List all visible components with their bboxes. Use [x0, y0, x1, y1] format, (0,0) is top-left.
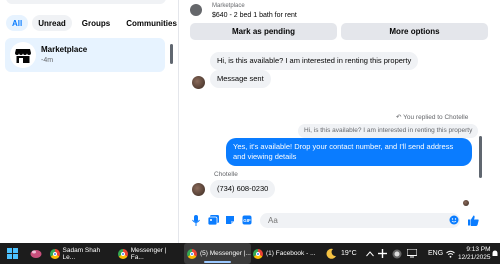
active-indicator — [204, 261, 231, 263]
message-input[interactable] — [260, 213, 460, 228]
plus-icon[interactable] — [378, 243, 387, 264]
clock-time: 9:13 PM — [466, 245, 491, 253]
conversation-time: -4m — [41, 57, 54, 64]
filter-communities[interactable]: Communities — [120, 15, 183, 31]
clock[interactable]: 9:13 PM 12/21/2025 — [458, 243, 491, 264]
mark-as-pending-button[interactable]: Mark as pending — [190, 23, 337, 40]
temperature: 19°C — [341, 250, 357, 257]
widgets-icon[interactable] — [30, 243, 42, 264]
sender-avatar — [192, 76, 205, 89]
windows-start-icon[interactable] — [7, 243, 18, 264]
moon-icon — [326, 248, 336, 259]
reply-icon: ↶ — [396, 114, 402, 121]
notification-icon[interactable] — [492, 243, 498, 264]
taskbar-app-chrome-1[interactable]: Sadam Shah Le... — [50, 243, 112, 264]
more-options-button[interactable]: More options — [341, 23, 488, 40]
reply-indicator: ↶ You replied to Chotelle — [396, 113, 468, 121]
gif-icon[interactable]: GIF — [241, 214, 253, 226]
list-scrollbar[interactable] — [170, 44, 173, 64]
sticker-icon[interactable] — [224, 214, 236, 226]
microphone-icon[interactable] — [190, 214, 202, 226]
filter-chips: All Unread Groups Communities — [6, 15, 183, 31]
taskbar-app-chrome-2[interactable]: Messenger | Fa... — [118, 243, 180, 264]
search-input[interactable] — [6, 0, 166, 4]
weather-widget[interactable]: 19°C — [326, 243, 357, 264]
chat-scrollbar[interactable] — [479, 136, 482, 178]
taskbar-app-label: Sadam Shah Le... — [62, 246, 101, 261]
message-bubble-incoming[interactable]: Message sent — [210, 70, 271, 88]
message-bubble-incoming[interactable]: Hi, is this available? I am interested i… — [210, 52, 419, 70]
replied-label: You replied to Chotelle — [403, 114, 469, 121]
sender-name: Chotelle — [214, 171, 238, 178]
app-tray-icon[interactable] — [392, 243, 402, 264]
emoji-icon[interactable] — [448, 214, 460, 226]
conversation-title: Marketplace — [41, 45, 88, 54]
network-icon[interactable] — [407, 243, 417, 264]
taskbar-app-chrome-4[interactable]: (1) Facebook - ... — [253, 243, 317, 264]
clock-date: 12/21/2025 — [458, 253, 491, 261]
language-indicator[interactable]: ENG — [428, 243, 443, 264]
chevron-up-icon[interactable] — [366, 243, 374, 264]
quoted-message[interactable]: Hi, is this available? I am interested i… — [298, 124, 479, 138]
listing-thumbnail — [190, 4, 202, 16]
chat-panel: Marketplace $640 - 2 bed 1 bath for rent… — [180, 0, 500, 243]
taskbar-app-chrome-3-active[interactable]: (5) Messenger |... — [184, 243, 251, 264]
filter-unread[interactable]: Unread — [32, 15, 72, 31]
listing-subtitle: Marketplace — [212, 3, 245, 9]
chrome-icon — [118, 248, 128, 259]
filter-groups[interactable]: Groups — [76, 15, 116, 31]
message-bubble-outgoing[interactable]: Yes, it's available! Drop your contact n… — [226, 138, 472, 166]
windows-taskbar: Sadam Shah Le... Messenger | Fa... (5) M… — [0, 243, 500, 264]
listing-header[interactable]: Marketplace $640 - 2 bed 1 bath for rent — [186, 0, 486, 22]
filter-all[interactable]: All — [6, 15, 29, 31]
chrome-icon — [187, 248, 197, 259]
chrome-icon — [50, 248, 60, 259]
marketplace-store-icon — [10, 42, 36, 68]
thumbs-up-icon[interactable] — [467, 214, 479, 226]
sender-avatar — [192, 183, 205, 196]
seen-indicator-avatar — [463, 200, 469, 206]
taskbar-app-label: (1) Facebook - ... — [266, 250, 316, 257]
conversation-list-panel: All Unread Groups Communities Marketplac… — [0, 0, 179, 243]
wifi-icon[interactable] — [446, 243, 455, 264]
taskbar-app-label: Messenger | Fa... — [130, 246, 167, 261]
listing-actions: Mark as pending More options — [190, 23, 488, 40]
photo-icon[interactable] — [207, 214, 219, 226]
listing-title: $640 - 2 bed 1 bath for rent — [212, 12, 297, 19]
conversation-item-marketplace[interactable]: Marketplace -4m — [5, 38, 165, 72]
message-bubble-incoming[interactable]: (734) 608-0230 — [210, 180, 276, 198]
svg-text:GIF: GIF — [243, 218, 251, 223]
taskbar-app-label: (5) Messenger |... — [200, 250, 251, 257]
chrome-icon — [253, 248, 263, 259]
message-composer: GIF — [180, 210, 500, 232]
